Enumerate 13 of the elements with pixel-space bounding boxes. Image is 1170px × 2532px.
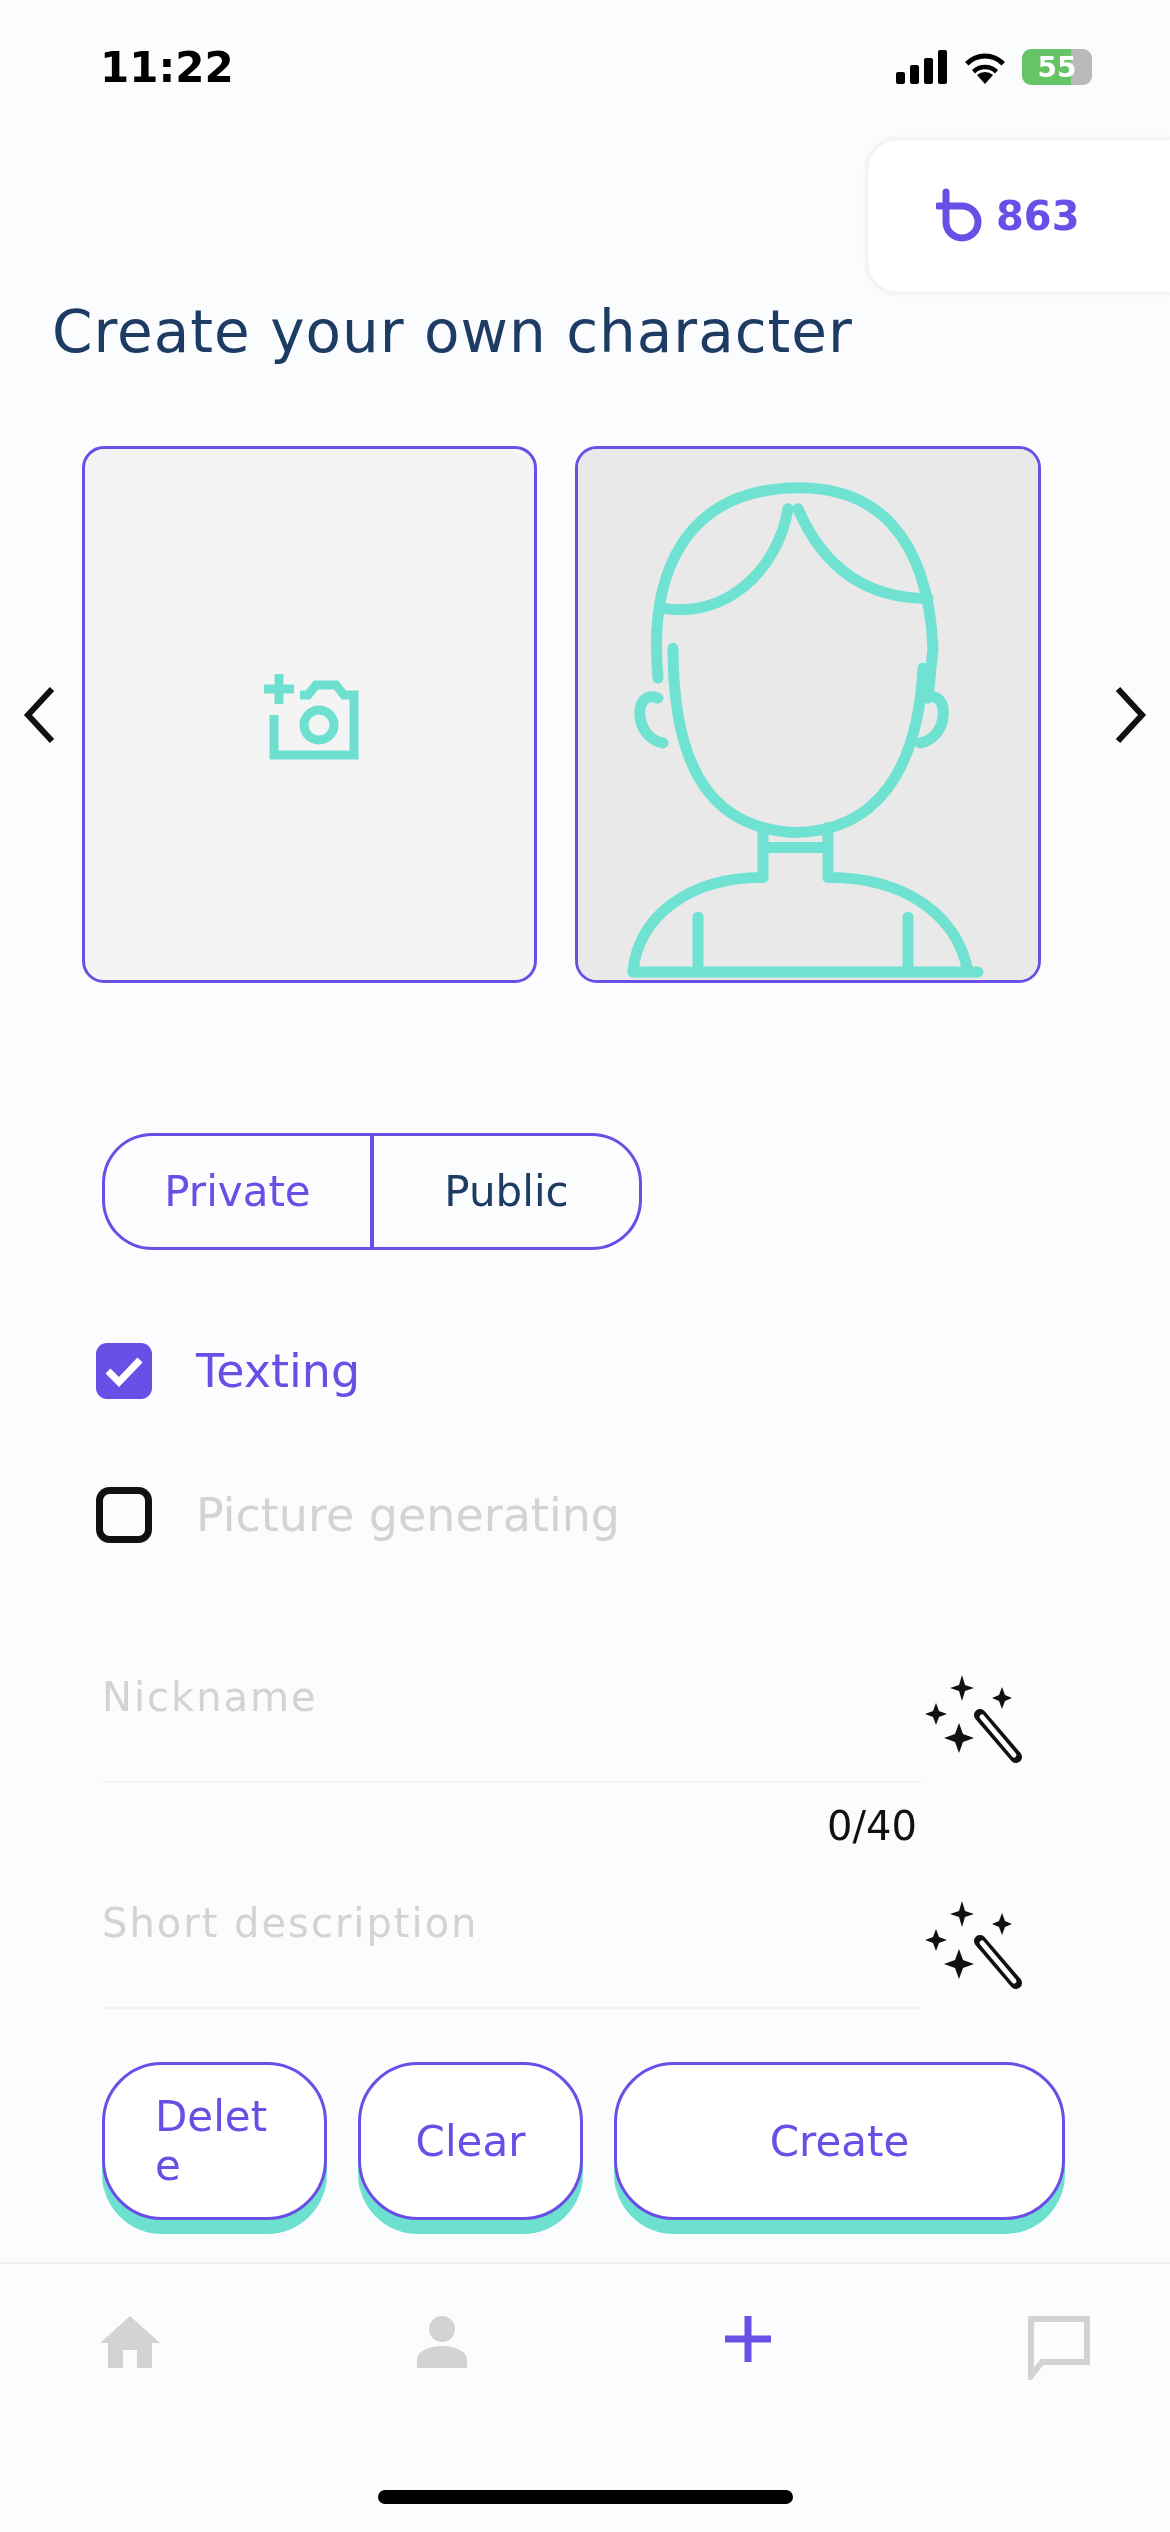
add-icon[interactable] [724,2316,771,2362]
photo-upload-tile[interactable] [82,446,537,983]
balance-card[interactable]: 863 [868,140,1170,292]
visibility-tab[interactable]: Private [102,1133,372,1250]
checkbox[interactable] [96,1487,152,1543]
character-counter: 0/40 [827,1803,918,1849]
signal-icon [896,50,948,84]
status-time: 11:22 [100,42,234,94]
checkbox[interactable] [96,1343,152,1399]
page-title: Create your own character [52,298,854,366]
balance-amount: 863 [996,193,1080,239]
option-label: Texting [196,1344,361,1398]
visibility-tab[interactable]: Public [372,1133,642,1250]
